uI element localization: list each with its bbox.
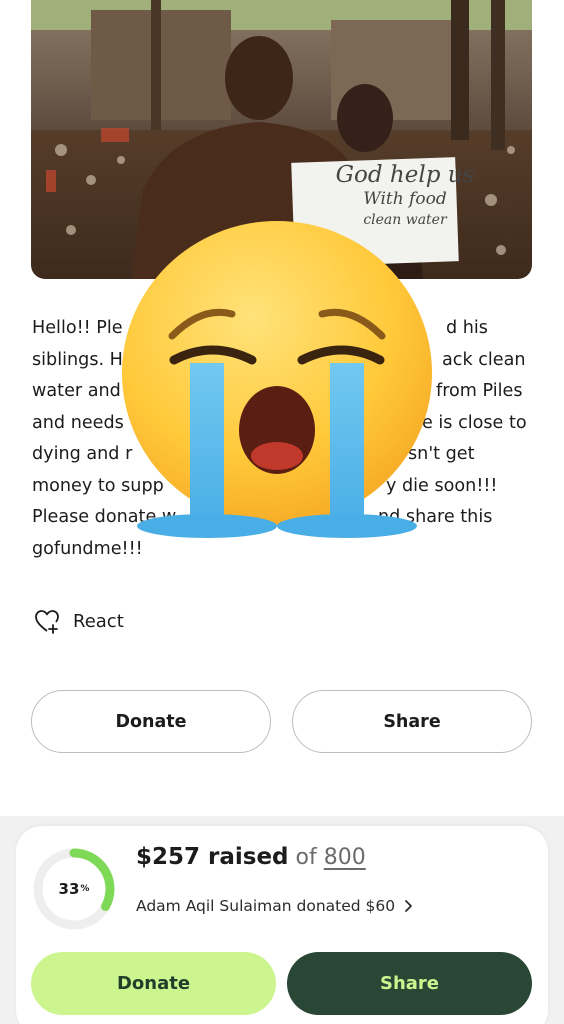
chevron-right-icon bbox=[405, 900, 413, 912]
recent-donation-link[interactable]: Adam Aqil Sulaiman donated $60 bbox=[136, 894, 413, 918]
heart-plus-icon bbox=[35, 610, 59, 634]
react-label: React bbox=[73, 610, 124, 632]
progress-percent: 33% bbox=[31, 846, 117, 932]
recent-donation-text: Adam Aqil Sulaiman donated $60 bbox=[136, 897, 396, 915]
bottom-donate-button[interactable]: Donate bbox=[31, 952, 276, 1015]
loudly-crying-face-icon bbox=[122, 221, 432, 538]
raised-amount: $257 raised bbox=[136, 844, 289, 870]
raised-of: of bbox=[295, 845, 317, 870]
story-line: siblings. H bbox=[32, 349, 123, 370]
share-button[interactable]: Share bbox=[292, 690, 532, 753]
progress-percent-sign: % bbox=[80, 884, 90, 894]
react-button[interactable]: React bbox=[33, 606, 124, 636]
story-line: from Piles bbox=[436, 381, 523, 401]
story-line: d his bbox=[446, 318, 488, 338]
progress-percent-number: 33 bbox=[58, 880, 80, 898]
story-line: ack clean bbox=[442, 349, 526, 370]
story-line: water and bbox=[32, 381, 121, 401]
bottom-share-button[interactable]: Share bbox=[287, 952, 532, 1015]
story-line: Hello!! Ple bbox=[32, 318, 123, 338]
story-line: and needs bbox=[32, 412, 124, 433]
amount-raised: $257 raised of 800 bbox=[136, 844, 366, 880]
donate-button[interactable]: Donate bbox=[31, 690, 271, 753]
goal-amount[interactable]: 800 bbox=[324, 845, 366, 870]
